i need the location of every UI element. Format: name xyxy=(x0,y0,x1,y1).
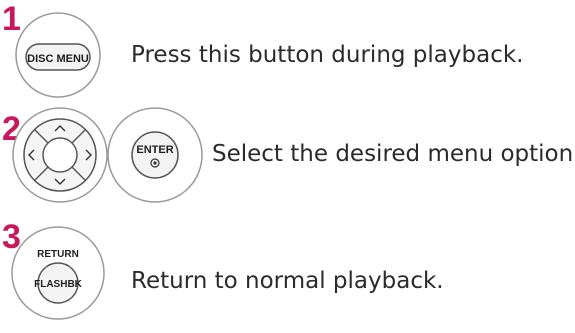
return-flashbk-button[interactable]: RETURN FLASHBK xyxy=(0,215,120,325)
enter-button[interactable]: ENTER xyxy=(103,100,208,205)
step-1-instruction: Press this button during playback. xyxy=(131,42,524,68)
step-2-instruction: Select the desired menu option. xyxy=(212,141,575,167)
step-3-instruction: Return to normal playback. xyxy=(131,268,444,294)
disc-menu-button[interactable]: DISC MENU xyxy=(0,0,120,100)
return-label: RETURN xyxy=(37,249,79,260)
enter-label: ENTER xyxy=(136,144,173,156)
disc-menu-label: DISC MENU xyxy=(27,53,89,65)
flashbk-label: FLASHBK xyxy=(34,279,83,290)
